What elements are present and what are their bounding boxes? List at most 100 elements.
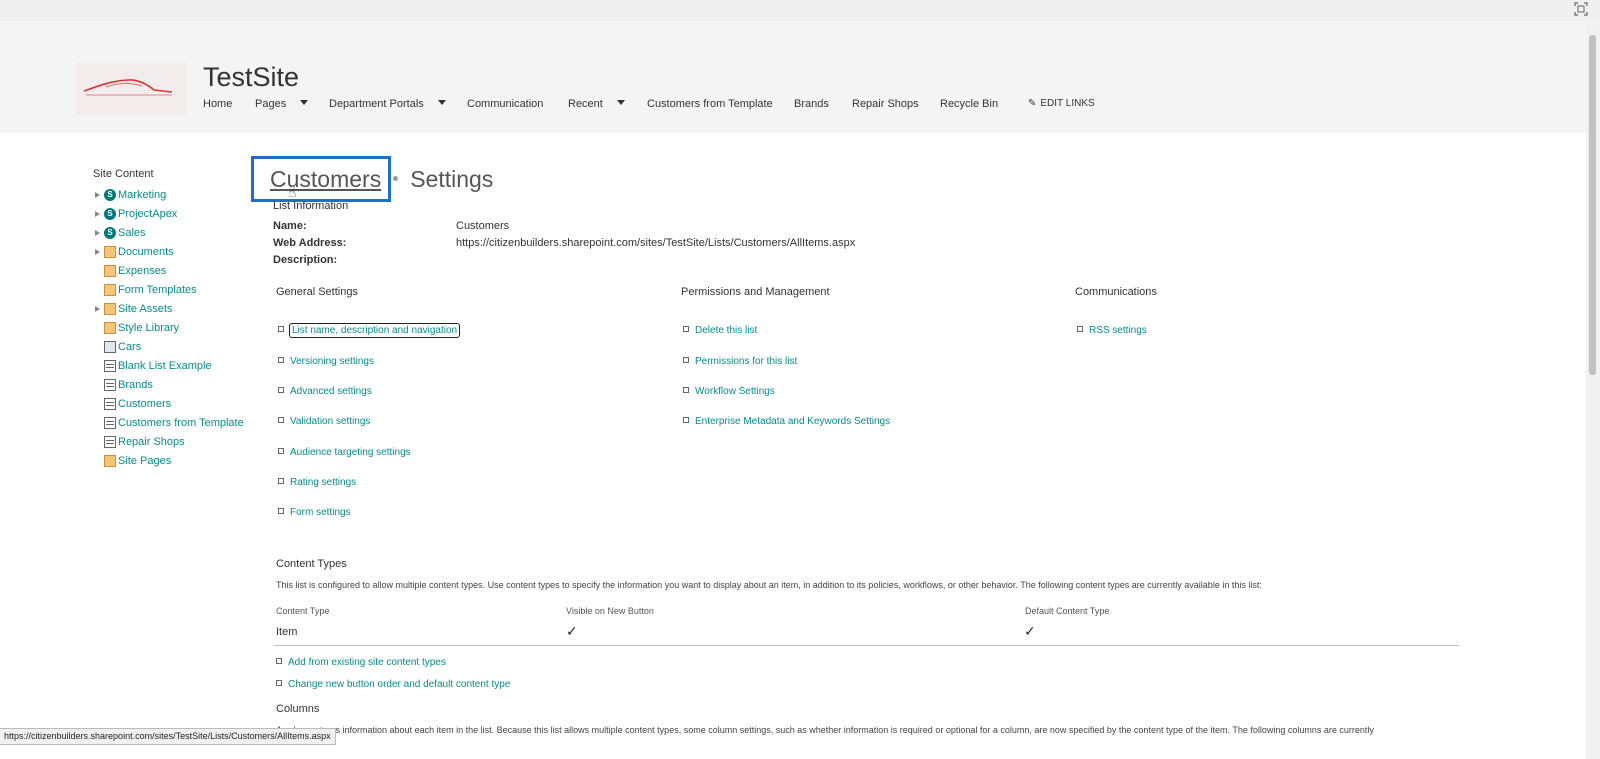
topnav-label: Recycle Bin: [940, 98, 999, 110]
sidebar-item-brands[interactable]: Brands: [93, 376, 154, 395]
annotation-highlight-box: [251, 156, 391, 202]
pencil-icon: ✎: [1028, 98, 1037, 109]
sidebar-item-label: ProjectApex: [118, 208, 178, 220]
audience-targeting-settings-link[interactable]: Audience targeting settings: [278, 447, 411, 458]
content-type-item-link[interactable]: Item: [276, 626, 297, 638]
rating-settings-link[interactable]: Rating settings: [278, 477, 356, 488]
picture-library-icon: [104, 341, 116, 353]
site-content-header[interactable]: Site Content: [93, 168, 154, 180]
breadcrumb-current: Settings: [410, 166, 494, 192]
fullscreen-focus-icon[interactable]: [1574, 2, 1590, 16]
sidebar-item-repair-shops[interactable]: Repair Shops: [93, 433, 185, 452]
bullet-icon: [278, 478, 284, 484]
sidebar-item-site-pages[interactable]: Site Pages: [93, 452, 171, 471]
columns-description: A column stores information about each i…: [276, 725, 1374, 735]
edit-links-button[interactable]: ✎ EDIT LINKS: [1028, 98, 1095, 109]
site-logo[interactable]: [76, 63, 186, 115]
topnav-communication[interactable]: Communication: [467, 98, 543, 110]
description-label: Description:: [273, 254, 338, 266]
quick-launch: Site Content S Marketing S ProjectApex S Sale…: [93, 168, 244, 471]
bullet-icon: [278, 448, 284, 454]
sidebar-item-label: Cars: [118, 341, 142, 353]
sidebar-item-blank-list-example[interactable]: Blank List Example: [93, 357, 212, 376]
topnav-brands[interactable]: Brands: [794, 98, 829, 110]
sidebar-item-cars[interactable]: Cars: [93, 338, 154, 357]
sidebar-item-documents[interactable]: Documents: [93, 243, 174, 262]
expand-arrow-icon[interactable]: [95, 211, 100, 217]
bullet-icon: [683, 387, 689, 393]
permissions-link[interactable]: Permissions for this list: [683, 356, 797, 367]
topnav-repair-shops[interactable]: Repair Shops: [852, 98, 919, 110]
topnav-customers-from-template[interactable]: Customers from Template: [647, 98, 773, 110]
columns-heading: Columns: [276, 703, 320, 715]
topnav-pages[interactable]: Pages: [255, 98, 309, 110]
link-label: Change new button order and default cont…: [288, 679, 511, 690]
dropdown-caret-icon[interactable]: [616, 100, 625, 105]
sidebar-item-projectapex[interactable]: S ProjectApex: [93, 205, 177, 224]
bullet-icon: [278, 387, 284, 393]
library-icon: [104, 455, 116, 467]
form-settings-link[interactable]: Form settings: [278, 507, 351, 518]
vertical-scrollbar[interactable]: [1586, 21, 1600, 759]
link-label: Add from existing site content types: [288, 657, 446, 668]
sidebar-item-expenses[interactable]: Expenses: [93, 262, 166, 281]
default-checkmark-icon: ✓: [1024, 623, 1036, 639]
expand-arrow-icon[interactable]: [95, 230, 100, 236]
sidebar-item-site-assets[interactable]: Site Assets: [93, 300, 172, 319]
subsite-icon: S: [104, 227, 116, 239]
scrollbar-thumb[interactable]: [1589, 35, 1596, 375]
list-name-description-navigation-link[interactable]: List name, description and navigation: [278, 323, 461, 338]
subsite-icon: S: [104, 189, 116, 201]
workflow-settings-link[interactable]: Workflow Settings: [683, 386, 775, 397]
visible-checkmark-icon: ✓: [566, 623, 578, 639]
sidebar-item-sales[interactable]: S Sales: [93, 224, 154, 243]
sidebar-item-marketing[interactable]: S Marketing: [93, 186, 166, 205]
list-icon: [104, 436, 116, 448]
expand-arrow-icon[interactable]: [95, 192, 100, 198]
versioning-settings-link[interactable]: Versioning settings: [278, 356, 374, 367]
breadcrumb-separator: [393, 176, 399, 182]
sidebar-item-label: Expenses: [118, 265, 167, 277]
advanced-settings-link[interactable]: Advanced settings: [278, 386, 372, 397]
expand-arrow-icon[interactable]: [95, 306, 100, 312]
dropdown-caret-icon[interactable]: [437, 100, 446, 105]
sidebar-item-customers-from-template[interactable]: Customers from Template: [93, 414, 244, 433]
sidebar-item-label: Site Pages: [118, 455, 172, 467]
validation-settings-link[interactable]: Validation settings: [278, 416, 370, 427]
sidebar-item-label: Brands: [118, 379, 153, 391]
bullet-icon: [278, 417, 284, 423]
enterprise-metadata-link[interactable]: Enterprise Metadata and Keywords Setting…: [683, 416, 890, 427]
web-address-label: Web Address:: [273, 237, 347, 249]
topnav-recycle-bin[interactable]: Recycle Bin: [940, 98, 998, 110]
list-icon: [104, 360, 116, 372]
bullet-icon: [276, 680, 282, 686]
dropdown-caret-icon[interactable]: [300, 100, 309, 105]
sidebar-item-customers[interactable]: Customers: [93, 395, 171, 414]
expand-arrow-icon[interactable]: [95, 249, 100, 255]
site-title[interactable]: TestSite: [203, 62, 299, 93]
change-button-order-link[interactable]: Change new button order and default cont…: [276, 679, 510, 690]
name-label: Name:: [273, 220, 307, 232]
content-types-description: This list is configured to allow multipl…: [276, 580, 1262, 590]
topnav-home[interactable]: Home: [203, 98, 232, 110]
list-information-heading: List Information: [273, 200, 349, 212]
link-label: Permissions for this list: [695, 356, 798, 367]
sidebar-item-label: Documents: [118, 246, 174, 258]
sidebar-item-label: Marketing: [118, 189, 167, 201]
library-icon: [104, 246, 116, 258]
column-header-default: Default Content Type: [1025, 606, 1110, 616]
link-label: Form settings: [290, 507, 351, 518]
link-label: RSS settings: [1089, 325, 1147, 336]
topnav-recent[interactable]: Recent: [568, 98, 625, 110]
rss-settings-link[interactable]: RSS settings: [1077, 325, 1147, 336]
topnav-department-portals[interactable]: Department Portals: [329, 98, 446, 110]
delete-list-link[interactable]: Delete this list: [683, 325, 757, 336]
sidebar-item-style-library[interactable]: Style Library: [93, 319, 179, 338]
library-icon: [104, 284, 116, 296]
bullet-icon: [683, 357, 689, 363]
sidebar-item-label: Customers from Template: [118, 417, 244, 429]
sidebar-item-label: Style Library: [118, 322, 180, 334]
topnav-label: Communication: [467, 98, 544, 110]
sidebar-item-form-templates[interactable]: Form Templates: [93, 281, 197, 300]
add-content-types-link[interactable]: Add from existing site content types: [276, 657, 446, 668]
